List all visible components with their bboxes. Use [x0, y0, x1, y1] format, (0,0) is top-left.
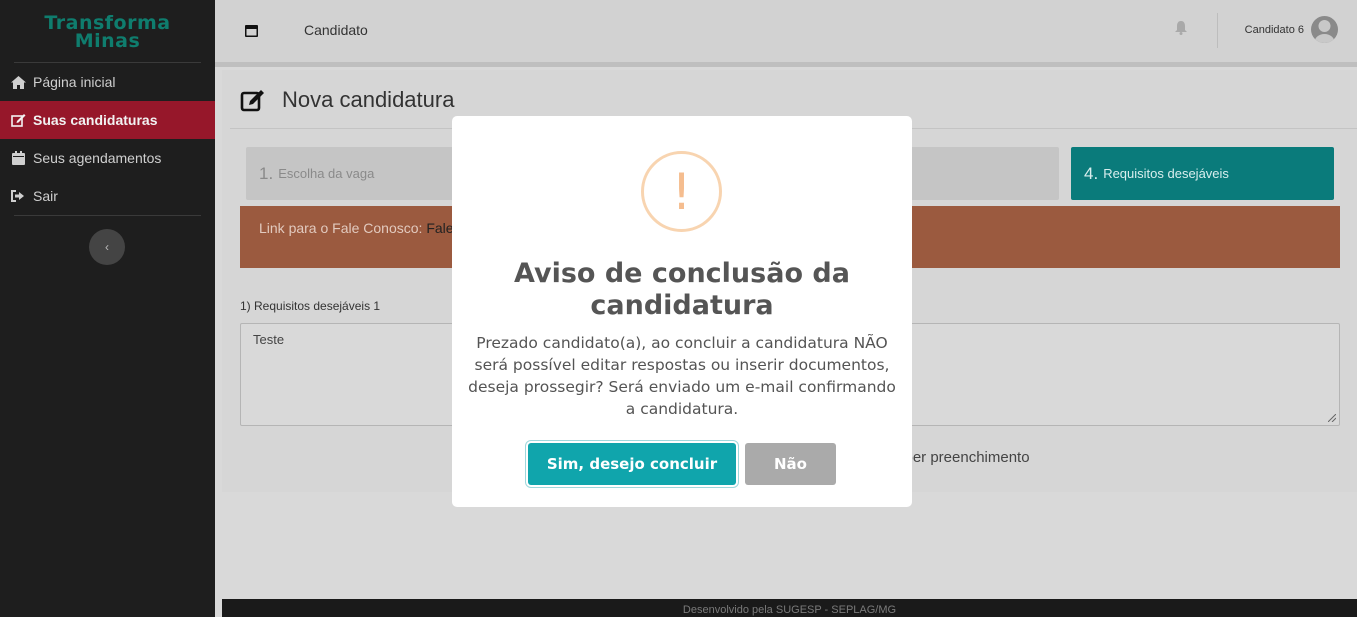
textarea-value: Teste — [253, 332, 285, 347]
home-icon — [9, 75, 27, 89]
top-bar: Candidato Candidato 6 — [215, 0, 1357, 62]
sidebar-item-sair[interactable]: Sair — [0, 177, 215, 215]
sidebar-item-home[interactable]: Página inicial — [0, 63, 215, 101]
page-header-title: Candidato — [304, 22, 368, 38]
footer: Desenvolvido pela SUGESP - SEPLAG/MG — [222, 599, 1357, 617]
save-draft-link[interactable]: mper preenchimento — [892, 449, 1030, 466]
sidebar-divider — [14, 215, 201, 216]
step-requisitos-desejaveis[interactable]: 4. Requisitos desejáveis — [1071, 147, 1334, 200]
user-name[interactable]: Candidato 6 — [1245, 24, 1304, 36]
menu-toggle-icon[interactable] — [245, 24, 258, 37]
warning-icon: ! — [641, 151, 722, 232]
confirm-button[interactable]: Sim, desejo concluir — [528, 443, 736, 485]
sidebar-nav: Página inicial Suas candidaturas Seus ag… — [0, 63, 215, 215]
avatar[interactable] — [1311, 16, 1338, 43]
sign-out-icon — [9, 189, 27, 203]
step-label: Requisitos desejáveis — [1103, 166, 1229, 181]
step-number: 4. — [1084, 163, 1099, 183]
logo-line-2: Minas — [74, 30, 141, 52]
page-title: Nova candidatura — [282, 87, 455, 112]
sidebar: Transforma Minas Página inicial Suas can… — [0, 0, 215, 617]
step-label: Escolha da vaga — [278, 166, 375, 181]
question-label: 1) Requisitos desejáveis 1 — [240, 299, 381, 313]
sidebar-item-candidaturas[interactable]: Suas candidaturas — [0, 101, 215, 139]
cancel-button[interactable]: Não — [745, 443, 836, 485]
logo[interactable]: Transforma Minas — [0, 0, 215, 62]
topbar-divider — [1217, 13, 1218, 48]
sidebar-item-agendamentos[interactable]: Seus agendamentos — [0, 139, 215, 177]
sidebar-collapse-button[interactable]: ‹ — [89, 229, 125, 265]
resize-handle-icon[interactable] — [1328, 414, 1336, 422]
warning-glyph: ! — [671, 162, 692, 221]
modal-message: Prezado candidato(a), ao concluir a cand… — [468, 334, 896, 418]
footer-text: Desenvolvido pela SUGESP - SEPLAG/MG — [682, 604, 897, 616]
topbar-shadow — [215, 62, 1357, 67]
alert-text: Link para o Fale Conosco: — [259, 220, 427, 236]
confirmation-modal: ! Aviso de conclusão da candidatura Prez… — [452, 116, 912, 507]
step-number: 1. — [259, 163, 274, 183]
calendar-icon — [9, 151, 27, 165]
sidebar-item-label: Seus agendamentos — [33, 150, 162, 166]
sidebar-item-label: Suas candidaturas — [33, 112, 158, 128]
sidebar-item-label: Página inicial — [33, 74, 116, 90]
edit-icon — [9, 113, 27, 127]
modal-title: Aviso de conclusão da candidatura — [514, 258, 850, 321]
sidebar-item-label: Sair — [33, 188, 58, 204]
fale-conosco-link[interactable]: Fale — [426, 220, 453, 236]
edit-icon — [240, 88, 266, 117]
bell-icon[interactable] — [1175, 21, 1187, 40]
chevron-left-icon: ‹ — [105, 240, 109, 254]
